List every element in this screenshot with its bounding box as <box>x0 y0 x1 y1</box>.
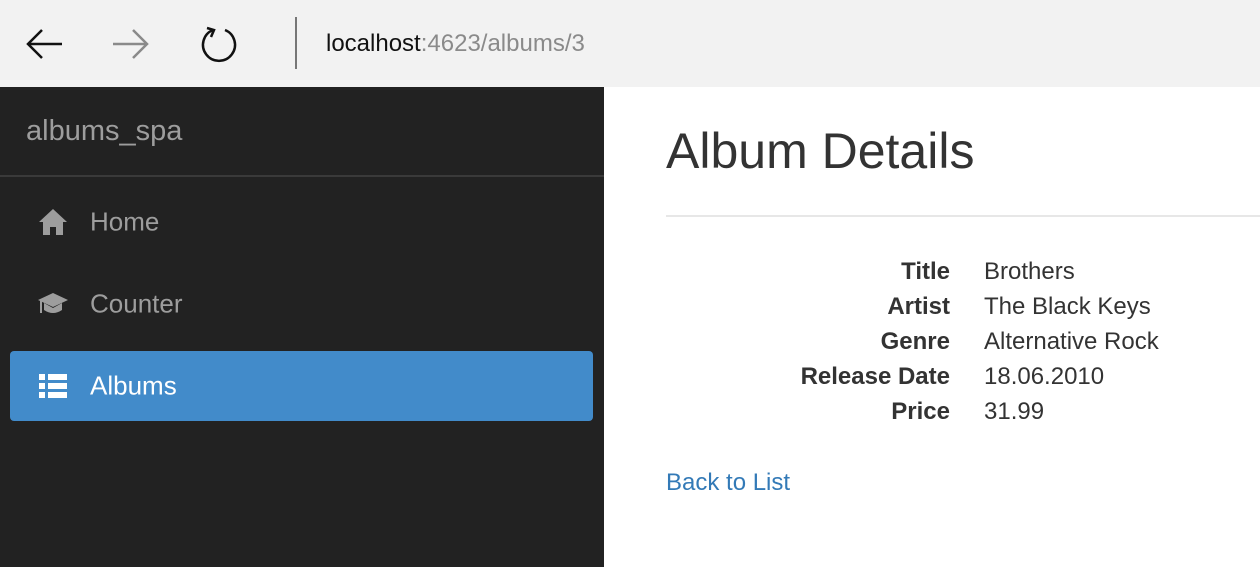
url-host: localhost <box>326 30 421 57</box>
back-arrow-icon <box>26 29 62 59</box>
detail-value: Brothers <box>984 258 1075 285</box>
graduation-cap-icon <box>37 288 69 320</box>
detail-value: 18.06.2010 <box>984 363 1105 390</box>
sidebar-item-label: Counter <box>90 288 183 319</box>
detail-value: Alternative Rock <box>984 328 1159 355</box>
detail-label: Title <box>901 258 950 285</box>
sidebar: albums_spa Home Counter Albums <box>0 87 604 567</box>
title-divider <box>666 215 1260 217</box>
sidebar-item-label: Albums <box>90 370 177 401</box>
detail-value: The Black Keys <box>984 293 1151 320</box>
detail-label: Genre <box>880 328 950 355</box>
detail-row-price: Price 31.99 <box>666 394 1246 429</box>
url-path: :4623/albums/3 <box>420 30 585 57</box>
back-button[interactable] <box>20 20 68 68</box>
detail-row-title: Title Brothers <box>666 254 1246 289</box>
home-icon <box>37 206 69 238</box>
detail-label: Price <box>891 398 950 425</box>
address-bar[interactable]: localhost:4623/albums/3 <box>326 28 585 60</box>
detail-row-release-date: Release Date 18.06.2010 <box>666 359 1246 394</box>
refresh-icon <box>201 26 237 62</box>
detail-value: 31.99 <box>984 398 1045 425</box>
detail-row-genre: Genre Alternative Rock <box>666 324 1246 359</box>
browser-toolbar: localhost:4623/albums/3 <box>0 0 1260 87</box>
page-title: Album Details <box>666 123 975 179</box>
forward-button[interactable] <box>107 20 155 68</box>
refresh-button[interactable] <box>195 20 243 68</box>
back-to-list-link[interactable]: Back to List <box>666 467 790 499</box>
detail-label: Artist <box>887 293 950 320</box>
address-bar-divider <box>295 17 297 69</box>
main-content: Album Details Title Brothers Artist The … <box>604 87 1260 567</box>
sidebar-item-counter[interactable]: Counter <box>10 269 593 339</box>
sidebar-item-home[interactable]: Home <box>10 187 593 257</box>
list-icon <box>37 370 69 402</box>
sidebar-divider <box>0 175 604 177</box>
brand-link[interactable]: albums_spa <box>26 114 182 148</box>
detail-row-artist: Artist The Black Keys <box>666 289 1246 324</box>
sidebar-item-label: Home <box>90 206 160 237</box>
sidebar-item-albums[interactable]: Albums <box>10 351 593 421</box>
detail-label: Release Date <box>800 363 950 390</box>
forward-arrow-icon <box>113 29 149 59</box>
album-details: Title Brothers Artist The Black Keys Gen… <box>666 254 1246 429</box>
